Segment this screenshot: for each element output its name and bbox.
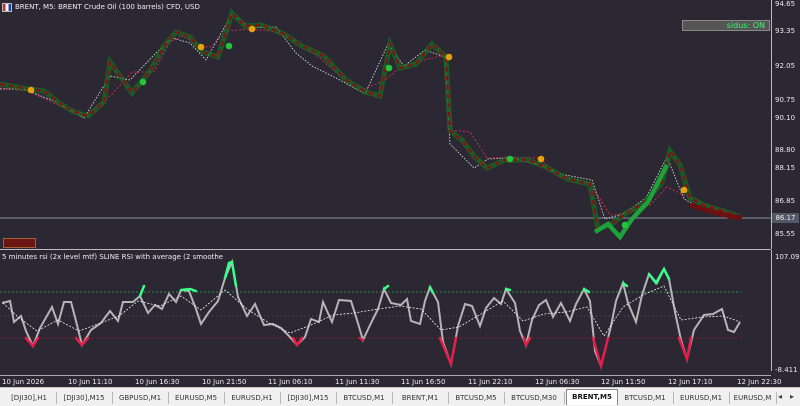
signal-dot bbox=[621, 221, 629, 229]
slow-average-line bbox=[0, 28, 736, 217]
chart-tab[interactable]: EURUSD,M5 bbox=[168, 392, 225, 404]
oscillator-axis: 107.092 -8.411 bbox=[771, 250, 800, 374]
recent-bull-candles bbox=[593, 163, 670, 241]
time-label: 11 Jun 11:30 bbox=[335, 378, 380, 386]
signal-dot bbox=[506, 155, 514, 163]
time-label: 12 Jun 11:50 bbox=[601, 378, 646, 386]
price-candle-wicks bbox=[0, 10, 741, 231]
tab-scroll-right-icon[interactable]: ▸ bbox=[787, 391, 797, 403]
price-axis: 94.65 93.35 92.05 90.75 90.10 88.80 88.1… bbox=[771, 0, 800, 249]
time-label: 10 Jun 2026 bbox=[2, 378, 45, 386]
time-label: 11 Jun 16:50 bbox=[401, 378, 446, 386]
signal-dot bbox=[680, 186, 688, 194]
chart-tab[interactable]: BTCUSD,M1 bbox=[617, 392, 674, 404]
time-label: 10 Jun 16:30 bbox=[135, 378, 180, 386]
chart-tab[interactable]: BTCUSD,M1 bbox=[336, 392, 393, 404]
price-candle-band bbox=[0, 8, 741, 233]
rsi-average-line bbox=[2, 285, 741, 337]
signal-status-box[interactable]: sidus: ON bbox=[682, 20, 770, 31]
oversold-segments bbox=[24, 336, 693, 371]
time-label: 12 Jun 17:10 bbox=[668, 378, 713, 386]
signal-dot bbox=[27, 86, 35, 94]
price-label: 88.15 bbox=[775, 164, 796, 172]
price-label: 85.55 bbox=[775, 230, 796, 238]
chart-canvas[interactable] bbox=[0, 0, 771, 387]
chart-tab-active[interactable]: BRENT,M5 bbox=[566, 389, 618, 405]
oscillator-title: 5 minutes rsi (2x level mtf) SLINE RSI w… bbox=[2, 253, 224, 261]
chart-tab[interactable]: BRENT,M1 bbox=[392, 392, 449, 404]
chart-tab[interactable]: GBPUSD,M1 bbox=[112, 392, 169, 404]
chart-tab[interactable]: [DJI30],M15 bbox=[56, 392, 113, 404]
time-label: 11 Jun 06:10 bbox=[268, 378, 313, 386]
price-label: 92.05 bbox=[775, 62, 796, 70]
rsi-line bbox=[1, 258, 741, 370]
time-label: 10 Jun 11:10 bbox=[68, 378, 113, 386]
chart-title-text: BRENT, M5: BRENT Crude Oil (100 barrels)… bbox=[15, 3, 200, 11]
price-label: 94.65 bbox=[775, 0, 796, 8]
tab-scroll-left-icon[interactable]: ◂ bbox=[775, 391, 785, 403]
signal-dot bbox=[248, 25, 256, 33]
chart-tab[interactable]: BTCUSD,M5 bbox=[448, 392, 505, 404]
trading-chart[interactable]: BRENT, M5: BRENT Crude Oil (100 barrels)… bbox=[0, 0, 781, 387]
time-label: 11 Jun 22:10 bbox=[468, 378, 513, 386]
chart-icon bbox=[2, 2, 12, 12]
signal-dot bbox=[537, 155, 545, 163]
price-label: 90.10 bbox=[775, 114, 796, 122]
time-label: 12 Jun 22:30 bbox=[737, 378, 782, 386]
chart-tab[interactable]: [DJI30],H1 bbox=[2, 392, 57, 404]
fast-average-line bbox=[0, 13, 736, 220]
osc-min-label: -8.411 bbox=[775, 366, 798, 374]
signal-dot bbox=[139, 78, 147, 86]
time-label: 10 Jun 21:50 bbox=[202, 378, 247, 386]
signal-dot bbox=[445, 53, 453, 61]
signal-dot bbox=[385, 64, 393, 72]
chart-tab[interactable]: EURUSD,M bbox=[729, 392, 777, 404]
osc-max-label: 107.092 bbox=[775, 253, 800, 261]
chart-tab[interactable]: [DJI30],M15 bbox=[280, 392, 337, 404]
chart-title: BRENT, M5: BRENT Crude Oil (100 barrels)… bbox=[2, 1, 200, 13]
mini-indicator-box bbox=[3, 238, 36, 248]
chart-tab[interactable]: BTCUSD,M30 bbox=[504, 392, 565, 404]
signal-dot bbox=[197, 43, 205, 51]
price-label: 93.35 bbox=[775, 27, 796, 35]
overbought-segments bbox=[138, 260, 671, 298]
current-price-label: 86.17 bbox=[772, 213, 799, 223]
price-label: 86.85 bbox=[775, 197, 796, 205]
signal-dot bbox=[225, 42, 233, 50]
price-label: 88.80 bbox=[775, 146, 796, 154]
time-label: 12 Jun 06:30 bbox=[535, 378, 580, 386]
chart-tab-bar[interactable]: [DJI30],H1 [DJI30],M15 GBPUSD,M1 EURUSD,… bbox=[0, 387, 800, 406]
chart-tab[interactable]: EURUSD,H1 bbox=[224, 392, 281, 404]
chart-tab[interactable]: EURUSD,M1 bbox=[673, 392, 730, 404]
price-label: 90.75 bbox=[775, 96, 796, 104]
